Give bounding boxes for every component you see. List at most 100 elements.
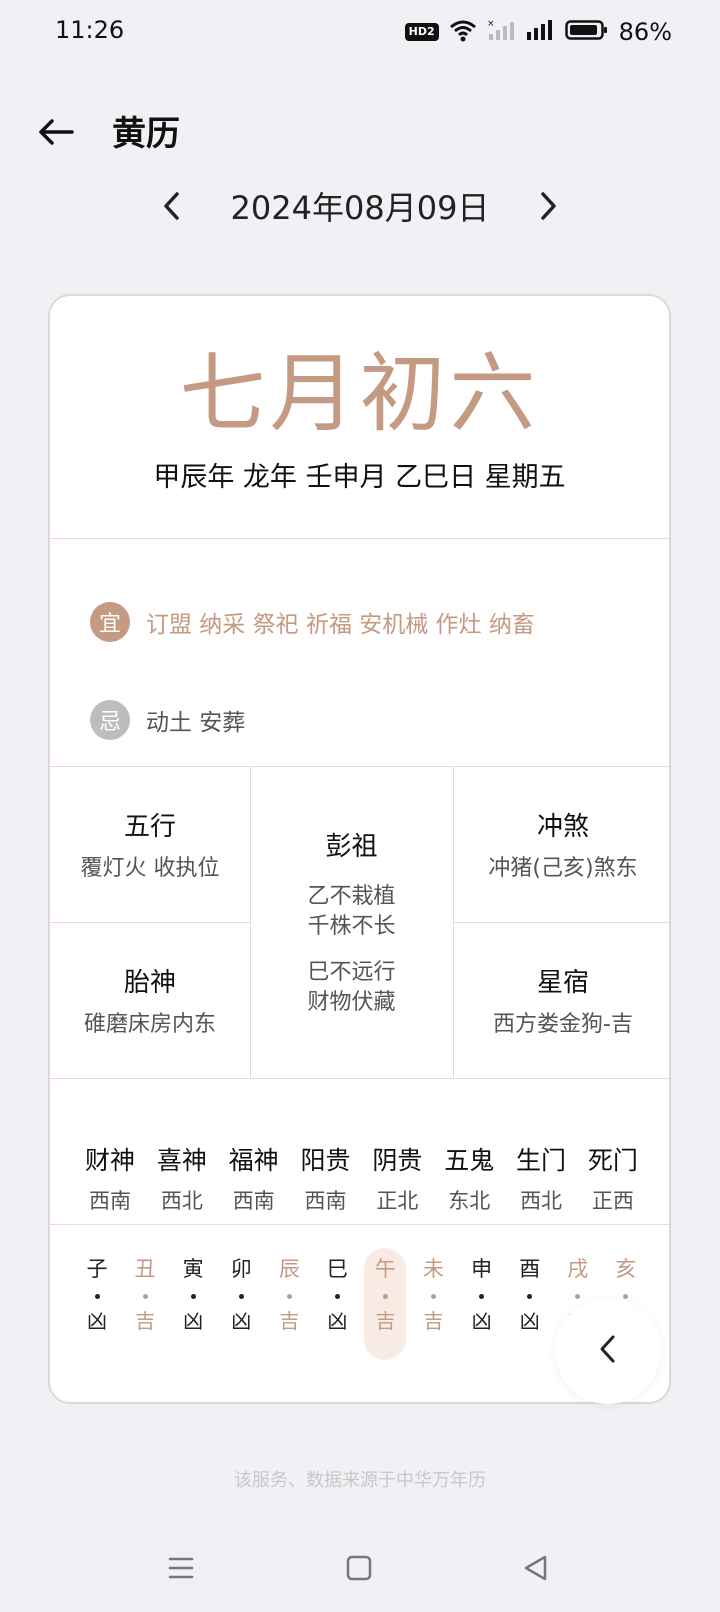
hour-dot xyxy=(142,1294,148,1299)
hour-name: 子 xyxy=(86,1257,108,1281)
square-home-icon xyxy=(345,1554,373,1586)
hour-dot xyxy=(479,1294,485,1299)
hour-name: 戌 xyxy=(567,1257,589,1281)
god-item: 喜神 西北 xyxy=(148,1144,216,1216)
chongsha-value: 冲猪(己亥)煞东 xyxy=(488,856,638,881)
god-name: 死门 xyxy=(587,1146,638,1175)
pengzu-title: 彭祖 xyxy=(325,832,378,862)
chevron-left-icon xyxy=(598,1334,618,1368)
god-direction: 正北 xyxy=(376,1189,419,1213)
nav-home-button[interactable] xyxy=(337,1548,381,1592)
pengzu-line: 巳不远行 xyxy=(307,960,396,985)
almanac-card: 七月初六 甲辰年 龙年 壬申月 乙巳日 星期五 宜 订盟 纳采 祭祀 祈福 安机… xyxy=(48,294,671,1404)
next-day-button[interactable] xyxy=(526,186,570,230)
arrow-left-icon xyxy=(36,116,76,152)
chevron-left-icon xyxy=(162,191,182,225)
signal-weak-icon: × xyxy=(487,18,515,46)
battery-icon xyxy=(564,18,609,46)
ji-activities: 动土 安葬 xyxy=(146,710,246,736)
god-name: 阳贵 xyxy=(300,1146,351,1175)
hour-item: 申凶 xyxy=(461,1248,503,1360)
hour-name: 寅 xyxy=(182,1257,204,1281)
hour-luck: 吉 xyxy=(423,1309,444,1333)
previous-day-button[interactable] xyxy=(150,186,194,230)
hour-name: 巳 xyxy=(326,1257,348,1281)
hour-dot xyxy=(527,1294,533,1299)
hour-name: 申 xyxy=(471,1257,493,1281)
god-item: 财神 西南 xyxy=(76,1144,144,1216)
god-item: 福神 西南 xyxy=(220,1144,288,1216)
xingxiu-value: 西方娄金狗-吉 xyxy=(493,1012,633,1037)
svg-text:×: × xyxy=(487,19,495,29)
god-direction: 西北 xyxy=(520,1189,563,1213)
hour-luck: 吉 xyxy=(279,1309,300,1333)
menu-icon xyxy=(167,1554,195,1586)
divider xyxy=(50,1224,669,1225)
pengzu-line: 乙不栽植 xyxy=(307,884,396,909)
hour-luck: 凶 xyxy=(327,1309,348,1333)
hour-name: 酉 xyxy=(519,1257,541,1281)
god-item: 阳贵 西南 xyxy=(292,1144,360,1216)
hd-badge: HD2 xyxy=(404,23,439,41)
nav-back-button[interactable] xyxy=(514,1548,558,1592)
hour-item: 寅凶 xyxy=(172,1248,214,1360)
divider xyxy=(50,1078,669,1079)
date-navigator: 2024年08月09日 xyxy=(0,182,720,234)
wuxing-title: 五行 xyxy=(123,812,176,842)
hour-dot xyxy=(334,1294,340,1299)
hour-name: 亥 xyxy=(615,1257,637,1281)
hour-item: 巳凶 xyxy=(316,1248,358,1360)
chongsha-cell: 冲煞 冲猪(己亥)煞东 xyxy=(453,810,669,884)
god-item: 五鬼 东北 xyxy=(435,1144,503,1216)
god-direction: 西南 xyxy=(304,1189,347,1213)
god-direction: 西南 xyxy=(89,1189,131,1213)
hour-dot xyxy=(623,1294,629,1299)
chevron-right-icon xyxy=(538,191,558,225)
hour-item: 丑吉 xyxy=(124,1248,166,1360)
yi-activities: 订盟 纳采 祭祀 祈福 安机械 作灶 纳畜 xyxy=(146,612,535,638)
current-date[interactable]: 2024年08月09日 xyxy=(200,188,520,228)
hour-item: 辰吉 xyxy=(268,1248,310,1360)
hour-dot xyxy=(94,1294,100,1299)
hour-dot xyxy=(382,1294,388,1299)
god-name: 五鬼 xyxy=(444,1146,495,1175)
god-name: 财神 xyxy=(84,1146,135,1175)
hour-luck: 凶 xyxy=(519,1309,540,1333)
nav-menu-button[interactable] xyxy=(159,1548,203,1592)
page-title: 黄历 xyxy=(112,114,180,154)
god-direction: 东北 xyxy=(448,1189,491,1213)
taishen-value: 碓磨床房内东 xyxy=(83,1012,216,1037)
wifi-icon xyxy=(449,18,477,46)
god-item: 死门 正西 xyxy=(579,1144,647,1216)
god-direction: 西南 xyxy=(232,1189,275,1213)
hour-name: 辰 xyxy=(278,1257,300,1281)
wuxing-value: 覆灯火 收执位 xyxy=(80,856,220,881)
hour-item: 子凶 xyxy=(76,1248,118,1360)
data-source-note: 该服务、数据来源于中华万年历 xyxy=(234,1470,486,1491)
hour-name: 午 xyxy=(374,1257,396,1281)
gods-directions: 财神 西南 喜神 西北 福神 西南 阳贵 西南 阴贵 正北 五鬼 东北 生门 西北 死门 正西 xyxy=(76,1144,647,1216)
pengzu-line: 财物伏藏 xyxy=(307,990,396,1015)
hour-luck: 吉 xyxy=(375,1309,396,1333)
hour-luck: 凶 xyxy=(87,1309,107,1333)
hour-item: 未吉 xyxy=(413,1248,455,1360)
god-name: 生门 xyxy=(516,1146,567,1175)
collapse-float-button[interactable] xyxy=(555,1298,661,1404)
hour-luck: 凶 xyxy=(471,1309,492,1333)
hour-item: 酉凶 xyxy=(509,1248,551,1360)
ji-badge: 忌 xyxy=(90,700,130,740)
grid-line xyxy=(453,922,669,923)
yi-row: 宜 订盟 纳采 祭祀 祈福 安机械 作灶 纳畜 xyxy=(90,600,535,644)
xingxiu-cell: 星宿 西方娄金狗-吉 xyxy=(453,966,669,1040)
hour-luck: 凶 xyxy=(183,1309,204,1333)
hour-dot xyxy=(238,1294,244,1299)
divider xyxy=(50,538,669,539)
hour-dot xyxy=(286,1294,292,1299)
hour-name: 卯 xyxy=(230,1257,252,1281)
hour-name: 丑 xyxy=(134,1257,156,1281)
hour-dot xyxy=(190,1294,196,1299)
wuxing-cell: 五行 覆灯火 收执位 xyxy=(50,810,250,884)
back-button[interactable] xyxy=(34,112,78,156)
xingxiu-title: 星宿 xyxy=(536,968,589,998)
god-name: 福神 xyxy=(228,1146,279,1175)
